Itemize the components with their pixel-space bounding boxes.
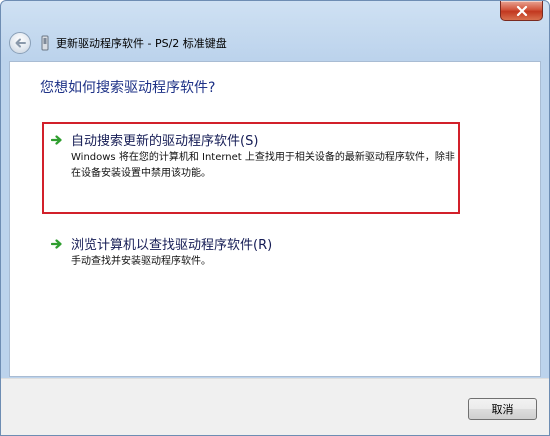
option-browse-computer[interactable]: 浏览计算机以查找驱动程序软件(R) 手动查找并安装驱动程序软件。 [42, 226, 460, 318]
wizard-title: 更新驱动程序软件 - PS/2 标准键盘 [56, 37, 227, 50]
close-icon [516, 5, 527, 16]
wizard-content: 您想如何搜索驱动程序软件? 自动搜索更新的驱动程序软件(S) Windows 将… [9, 61, 541, 377]
close-button[interactable] [500, 1, 543, 21]
green-arrow-icon [51, 135, 62, 145]
option-title: 自动搜索更新的驱动程序软件(S) [71, 134, 259, 149]
option-description: Windows 将在您的计算机和 Internet 上查找用于相关设备的最新驱动… [71, 152, 455, 179]
option-description: 手动查找并安装驱动程序软件。 [71, 256, 211, 267]
back-button[interactable] [9, 32, 31, 54]
wizard-footer: 取消 [1, 378, 549, 435]
keyboard-driver-icon [41, 35, 49, 51]
green-arrow-icon [51, 239, 62, 249]
back-arrow-icon [15, 38, 26, 48]
title-bar: 更新驱动程序软件 - PS/2 标准键盘 [1, 1, 549, 61]
update-driver-window: 更新驱动程序软件 - PS/2 标准键盘 您想如何搜索驱动程序软件? 自动搜索更… [0, 0, 550, 436]
option-title: 浏览计算机以查找驱动程序软件(R) [71, 238, 273, 253]
question-heading: 您想如何搜索驱动程序软件? [40, 80, 216, 96]
cancel-button[interactable]: 取消 [468, 398, 537, 420]
option-auto-search[interactable]: 自动搜索更新的驱动程序软件(S) Windows 将在您的计算机和 Intern… [42, 122, 460, 214]
